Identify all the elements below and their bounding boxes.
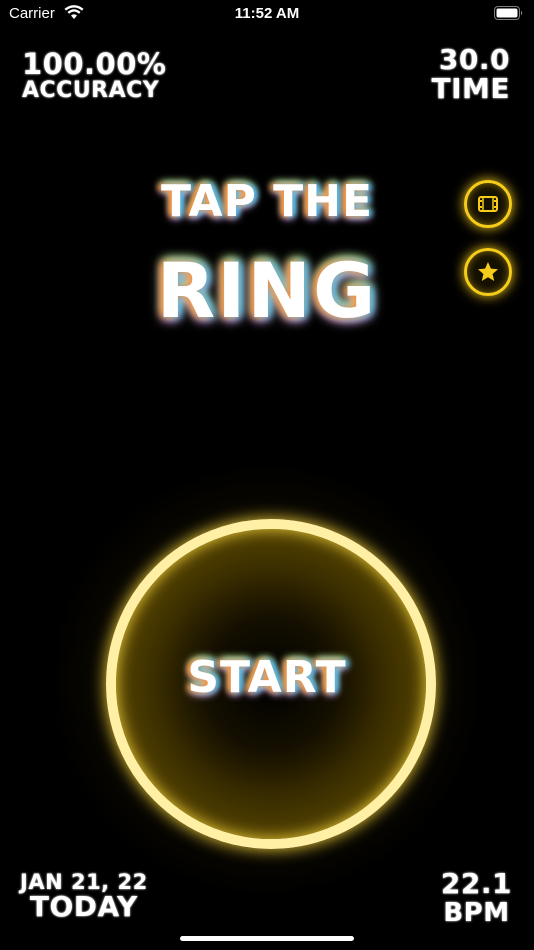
date-label: TODAY [29,890,138,923]
date-stat: JAN 21, 22 TODAY [20,872,148,921]
accuracy-stat: 100.00% ACCURACY [22,50,166,102]
status-time: 11:52 AM [234,5,300,22]
battery-icon [494,6,523,20]
film-button[interactable] [464,180,512,228]
accuracy-label: ACCURACY [22,78,160,103]
title-line-2: RING [156,246,378,335]
star-icon [478,262,498,281]
title-line-1: TAP THE [160,176,374,227]
bpm-stat: 22.1 BPM [440,867,512,928]
star-button[interactable] [464,248,512,296]
time-label: TIME [431,72,510,105]
bpm-label: BPM [443,898,510,928]
start-label[interactable]: START [0,652,534,703]
film-icon [478,196,498,212]
status-bar: Carrier 11:52 AM [0,0,534,30]
time-stat: 30.0 TIME [431,46,510,103]
bpm-value: 22.1 [440,867,512,900]
time-value: 30.0 [438,43,510,76]
home-indicator [180,936,354,941]
accuracy-value: 100.00% [22,47,167,81]
